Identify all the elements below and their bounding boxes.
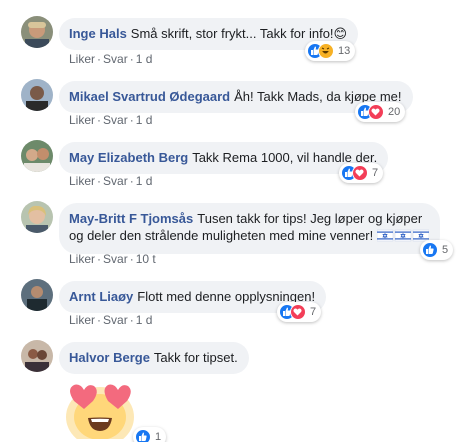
avatar[interactable] xyxy=(21,279,53,311)
avatar[interactable] xyxy=(21,201,53,233)
reaction-count: 1 xyxy=(155,431,162,442)
avatar[interactable] xyxy=(21,140,53,172)
like-icon xyxy=(135,429,151,442)
comment-bubble: Halvor Berge Takk for tipset. xyxy=(59,342,249,374)
like-icon xyxy=(422,242,438,258)
avatar[interactable] xyxy=(21,340,53,372)
comment-text: Små skrift, stor frykt... Takk for info!… xyxy=(130,26,348,41)
reaction-summary[interactable]: 5 xyxy=(420,240,454,260)
reaction-count: 7 xyxy=(372,167,379,179)
timestamp[interactable]: 1 d xyxy=(136,174,153,188)
reaction-count: 20 xyxy=(388,106,401,118)
commenter-name[interactable]: Inge Hals xyxy=(69,26,127,41)
commenter-name[interactable]: May Elizabeth Berg xyxy=(69,150,188,165)
like-link[interactable]: Liker xyxy=(69,252,95,266)
reaction-count: 13 xyxy=(338,45,351,57)
comment-text-line-2: og deler den strålende muligheten med mi… xyxy=(69,228,374,243)
love-icon xyxy=(290,304,306,320)
comment-actions: Liker · Svar · 1 d xyxy=(69,113,153,127)
comment-text-line-1: Tusen takk for tips! Jeg løper og kjøper xyxy=(197,211,423,226)
commenter-name[interactable]: Halvor Berge xyxy=(69,350,150,365)
comment-bubble: May-Britt F Tjomsås Tusen takk for tips! … xyxy=(59,203,440,254)
avatar[interactable] xyxy=(21,79,53,111)
timestamp[interactable]: 10 t xyxy=(136,252,156,266)
comment-thread: Inge Hals Små skrift, stor frykt... Takk … xyxy=(0,0,472,442)
comment-actions: Liker · Svar · 1 d xyxy=(69,313,153,327)
commenter-name[interactable]: Mikael Svartrud Ødegaard xyxy=(69,89,230,104)
comment-text: Takk for tipset. xyxy=(153,350,238,365)
love-icon xyxy=(368,104,384,120)
reply-link[interactable]: Svar xyxy=(103,313,128,327)
timestamp[interactable]: 1 d xyxy=(136,52,153,66)
reaction-summary[interactable]: 7 xyxy=(277,302,322,322)
timestamp[interactable]: 1 d xyxy=(136,113,153,127)
comment-actions: Liker · Svar · 1 d xyxy=(69,174,153,188)
commenter-name[interactable]: Arnt Liaøy xyxy=(69,289,133,304)
haha-icon xyxy=(318,43,334,59)
love-icon xyxy=(352,165,368,181)
reaction-summary[interactable]: 7 xyxy=(339,163,384,183)
like-link[interactable]: Liker xyxy=(69,313,95,327)
timestamp[interactable]: 1 d xyxy=(136,313,153,327)
reaction-count: 7 xyxy=(310,306,317,318)
commenter-name[interactable]: May-Britt F Tjomsås xyxy=(69,211,193,226)
like-link[interactable]: Liker xyxy=(69,113,95,127)
reaction-count: 5 xyxy=(442,244,449,256)
comment-actions: Liker · Svar · 10 t xyxy=(69,252,156,266)
reaction-summary[interactable]: 1 xyxy=(133,427,167,442)
like-link[interactable]: Liker xyxy=(69,52,95,66)
reaction-summary[interactable]: 13 xyxy=(305,41,356,61)
reply-link[interactable]: Svar xyxy=(103,113,128,127)
like-link[interactable]: Liker xyxy=(69,174,95,188)
reply-link[interactable]: Svar xyxy=(103,52,128,66)
comment-actions: Liker · Svar · 1 d xyxy=(69,52,153,66)
heart-eyes-emoji-sticker xyxy=(60,377,146,442)
reply-link[interactable]: Svar xyxy=(103,252,128,266)
reaction-summary[interactable]: 20 xyxy=(355,102,406,122)
reply-link[interactable]: Svar xyxy=(103,174,128,188)
avatar[interactable] xyxy=(21,16,53,48)
